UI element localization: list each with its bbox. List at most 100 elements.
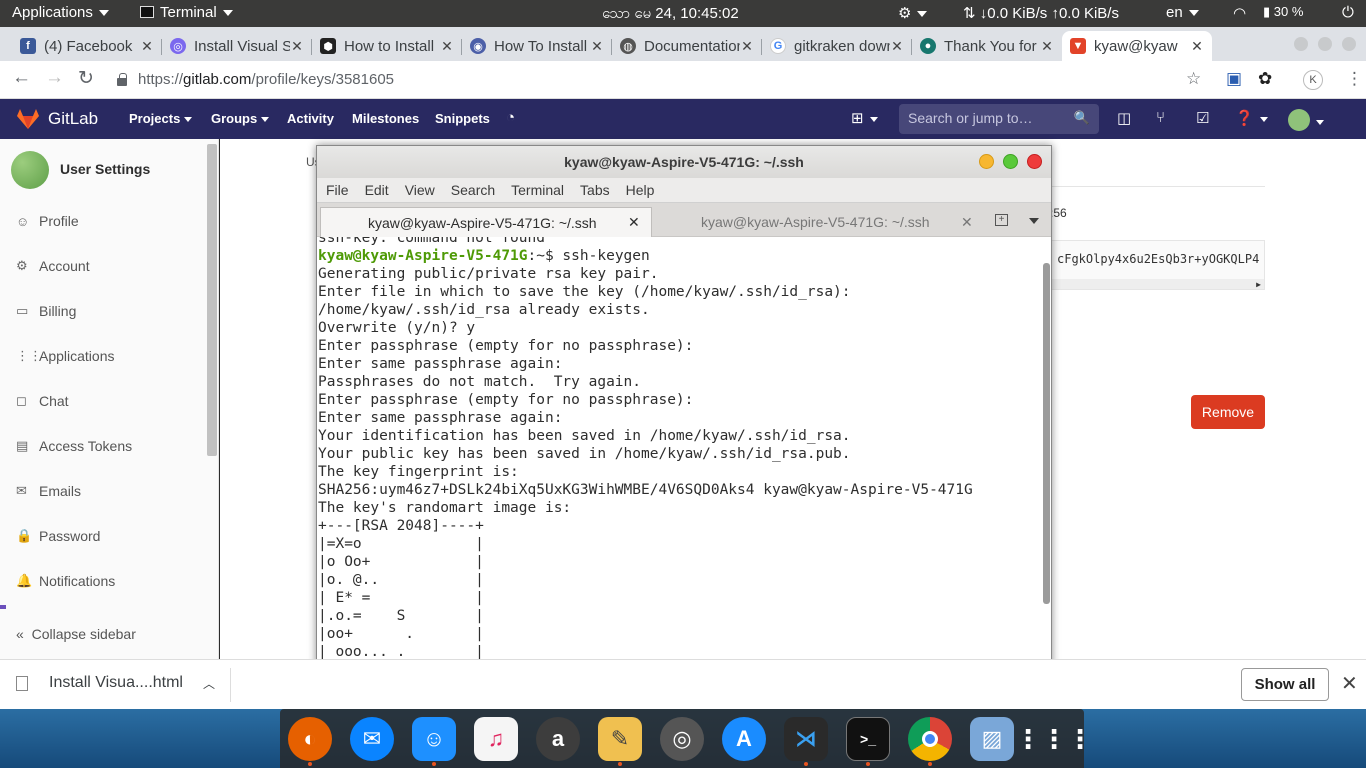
wifi-icon[interactable]: ◠ [1233,4,1246,22]
sidebar-item-billing[interactable]: ▭ Billing [16,300,206,322]
browser-tab[interactable]: Ggitkraken download✕ [762,31,912,61]
close-icon[interactable]: ✕ [740,38,754,55]
sidebar-title[interactable]: User Settings [60,161,150,177]
extension-gnome-icon[interactable]: ✿ [1258,69,1272,89]
menu-view[interactable]: View [405,182,435,198]
thunderbird-icon[interactable]: ✉ [350,717,394,761]
libreoffice-writer-icon[interactable]: ✎ [598,717,642,761]
horizontal-scrollbar[interactable]: ▶ [1051,279,1264,289]
terminal-tab[interactable]: kyaw@kyaw-Aspire-V5-471G: ~/.ssh ✕ [701,207,973,237]
merge-requests-icon[interactable]: ⑂ [1156,109,1165,126]
ssh-key-textbox[interactable]: cFgkOlpy4x6u2EsQb3r+yOGKQLP4 ▶ [1050,240,1265,290]
applications-menu[interactable]: Applications [12,4,109,21]
language-indicator[interactable]: en [1166,4,1199,21]
profile-avatar[interactable]: K [1303,70,1323,90]
android-indicator-icon[interactable]: ⚙ [898,4,928,22]
minimize-icon[interactable] [979,154,994,169]
collapse-sidebar-button[interactable]: « Collapse sidebar [16,626,136,642]
terminal-titlebar[interactable]: kyaw@kyaw-Aspire-V5-471G: ~/.ssh [317,146,1051,178]
sidebar-scrollbar[interactable] [207,144,217,456]
sidebar-toggle-icon[interactable]: ◫ [1117,109,1131,127]
back-arrow-icon[interactable]: ← [12,67,31,89]
browser-tab[interactable]: ◍ Documentation ✕ [612,31,762,61]
close-icon[interactable]: ✕ [1341,671,1358,696]
active-app-menu[interactable]: Terminal [140,4,233,21]
sidebar-item-account[interactable]: ⚙ Account [16,255,206,277]
sidebar-item-applications[interactable]: ⋮⋮ Applications [16,345,206,367]
itunes-icon[interactable]: ♫ [474,717,518,761]
gitlab-brand[interactable]: GitLab [48,109,98,129]
firefox-icon[interactable]: ◐ [288,717,332,761]
menu-file[interactable]: File [326,182,349,198]
bookmark-star-icon[interactable]: ☆ [1186,69,1201,89]
menu-help[interactable]: Help [626,182,655,198]
app-grid-icon[interactable]: ⋮⋮⋮ [1015,717,1093,761]
show-all-button[interactable]: Show all [1241,668,1329,701]
remove-button[interactable]: Remove [1191,395,1265,429]
sidebar-item-chat[interactable]: ◻ Chat [16,390,206,412]
terminal-icon[interactable]: >_ [846,717,890,761]
menu-terminal[interactable]: Terminal [511,182,564,198]
nav-activity[interactable]: Activity [287,111,334,126]
tabs-dropdown-icon[interactable] [1029,218,1039,224]
close-icon[interactable]: ✕ [590,38,604,55]
user-avatar-menu[interactable] [1288,109,1324,131]
browser-tab[interactable]: f (4) Facebook ✕ [12,31,162,61]
browser-tab[interactable]: ⬢ How to Install ✕ [312,31,462,61]
arrow-right-icon[interactable]: ▶ [1256,280,1261,289]
minimize-window-button[interactable] [1294,37,1308,51]
nav-groups[interactable]: Groups [211,111,270,126]
battery-indicator[interactable]: ▮ 30 % [1263,4,1303,20]
browser-tab[interactable]: ◎ Install Visual Studio Code✕ [162,31,312,61]
maximize-window-button[interactable] [1318,37,1332,51]
chevron-up-icon[interactable]: ︿ [203,675,215,692]
menu-tabs[interactable]: Tabs [580,182,610,198]
new-terminal-tab-icon[interactable]: + [995,214,1008,226]
close-icon[interactable]: ✕ [440,38,454,55]
help-icon[interactable]: ❓ [1235,109,1268,127]
new-item-icon[interactable]: ⊞ [851,109,878,127]
browser-tab-active[interactable]: ▼ kyaw@kyaw ✕ [1062,31,1212,61]
address-bar[interactable]: https://gitlab.com/profile/keys/3581605 [117,66,1207,93]
search-input[interactable]: Search or jump to… 🔍 [899,104,1099,134]
app-store-icon[interactable]: A [722,717,766,761]
sidebar-item-access-tokens[interactable]: ▤ Access Tokens [16,435,206,457]
network-speed[interactable]: ⇅ ↓0.0 KiB/s ↑0.0 KiB/s [963,4,1119,22]
close-icon[interactable]: ✕ [1040,38,1054,55]
clock[interactable]: သော မေ 24, 10:45:02 [602,4,739,26]
finder-icon[interactable]: ☺ [412,717,456,761]
close-icon[interactable]: ✕ [890,38,904,55]
extension-icon[interactable]: ▣ [1226,69,1242,89]
gitlab-logo-icon[interactable] [16,108,40,130]
image-viewer-icon[interactable]: ▨ [970,717,1014,761]
terminal-tab-active[interactable]: kyaw@kyaw-Aspire-V5-471G: ~/.ssh ✕ [320,207,652,237]
browser-tab[interactable]: ◉ How To Install ✕ [462,31,612,61]
close-icon[interactable] [1027,154,1042,169]
close-icon[interactable]: ✕ [961,214,973,231]
chrome-icon[interactable] [908,717,952,761]
maximize-icon[interactable] [1003,154,1018,169]
terminal-output[interactable]: ssh-key: command not found kyaw@kyaw-Asp… [317,237,1042,670]
close-icon[interactable]: ✕ [1190,38,1204,55]
power-icon[interactable]: ⏻ [1342,4,1354,21]
sidebar-item-emails[interactable]: ✉ Emails [16,480,206,502]
vscode-icon[interactable]: ⋊ [784,717,828,761]
sidebar-item-password[interactable]: 🔒 Password [16,525,206,547]
browser-tab[interactable]: ● Thank You for ✕ [912,31,1062,61]
sidebar-item-notifications[interactable]: 🔔 Notifications [16,570,206,592]
close-icon[interactable]: ✕ [290,38,304,55]
terminal-scrollbar[interactable] [1043,263,1050,604]
performance-icon[interactable]: ◔ [506,109,515,126]
todos-icon[interactable]: ☑ [1196,109,1209,127]
menu-edit[interactable]: Edit [365,182,389,198]
nav-snippets[interactable]: Snippets [435,111,490,126]
sidebar-item-profile[interactable]: ☺ Profile [16,210,206,232]
close-icon[interactable]: ✕ [140,38,154,55]
chrome-menu-icon[interactable]: ⋮ [1346,69,1363,89]
forward-arrow-icon[interactable]: → [45,67,64,89]
amazon-icon[interactable]: a [536,717,580,761]
download-item[interactable]: Install Visua....html ︿ [16,674,215,692]
nav-projects[interactable]: Projects [129,111,193,126]
menu-search[interactable]: Search [451,182,495,198]
nav-milestones[interactable]: Milestones [352,111,419,126]
